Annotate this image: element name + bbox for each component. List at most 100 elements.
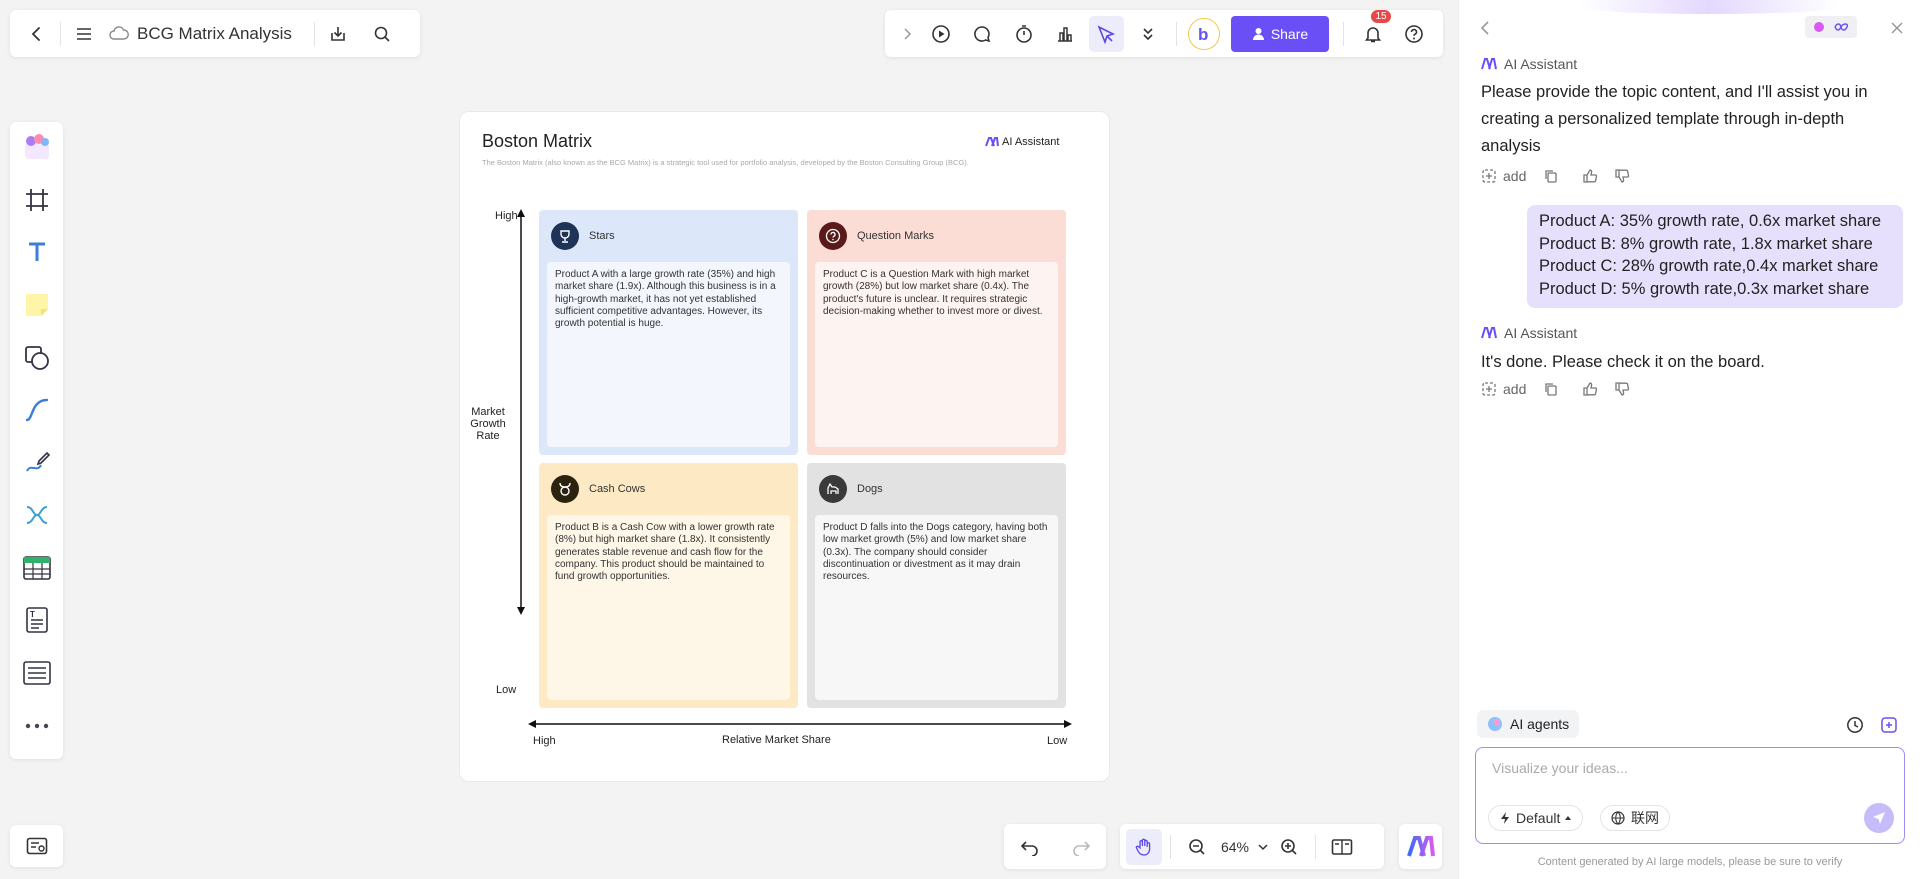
quadrant-title: Question Marks xyxy=(857,230,935,242)
divider xyxy=(1315,834,1316,859)
add-label[interactable]: add xyxy=(1503,381,1526,397)
top-left-toolbar: BCG Matrix Analysis xyxy=(10,10,420,57)
templates-icon[interactable] xyxy=(17,128,57,167)
quadrant-dogs[interactable]: Dogs Product D falls into the Dogs categ… xyxy=(807,463,1066,708)
quadrant-text[interactable]: Product A with a large growth rate (35%)… xyxy=(547,262,790,447)
chevron-right-icon[interactable] xyxy=(896,16,918,52)
redo-icon[interactable] xyxy=(1071,838,1091,856)
add-to-board-icon[interactable] xyxy=(1481,168,1497,184)
dog-icon xyxy=(819,475,847,503)
ai-logo-icon xyxy=(1406,835,1435,858)
cow-icon xyxy=(551,475,579,503)
thumbs-down-icon[interactable] xyxy=(1614,381,1630,397)
document-icon[interactable]: T xyxy=(17,601,57,640)
history-icon[interactable] xyxy=(1843,713,1867,737)
y-axis-low-label: Low xyxy=(496,684,517,696)
mode-selector[interactable]: Default xyxy=(1488,805,1584,831)
book-view-icon[interactable] xyxy=(1324,829,1360,865)
back-arrow-icon[interactable] xyxy=(22,19,52,49)
play-icon[interactable] xyxy=(924,16,959,52)
agents-icon xyxy=(1488,717,1502,731)
divider xyxy=(60,21,61,46)
more-tools-icon[interactable] xyxy=(17,706,57,745)
board-description: The Boston Matrix (also known as the BCG… xyxy=(482,158,969,167)
frame-icon[interactable] xyxy=(17,181,57,220)
shapes-icon[interactable] xyxy=(17,338,57,377)
quadrant-header: Dogs xyxy=(819,475,883,503)
boston-matrix-board[interactable]: Boston Matrix The Boston Matrix (also kn… xyxy=(459,111,1110,782)
assistant-message: Please provide the topic content, and I'… xyxy=(1481,83,1868,155)
menu-icon[interactable] xyxy=(69,19,99,49)
web-search-toggle[interactable]: 联网 xyxy=(1600,805,1670,831)
copy-icon[interactable] xyxy=(1544,382,1558,396)
add-label[interactable]: add xyxy=(1503,168,1526,184)
share-button[interactable]: Share xyxy=(1230,15,1330,52)
quadrant-cash-cows[interactable]: Cash Cows Product B is a Cash Cow with a… xyxy=(539,463,798,708)
list-icon[interactable] xyxy=(17,654,57,693)
zoom-in-icon[interactable] xyxy=(1271,829,1307,865)
document-title[interactable]: BCG Matrix Analysis xyxy=(137,24,292,44)
help-icon[interactable] xyxy=(1397,16,1432,52)
ai-logo-icon xyxy=(1481,327,1497,339)
undo-icon[interactable] xyxy=(1020,838,1040,856)
web-label: 联网 xyxy=(1631,810,1659,826)
thumbs-up-icon[interactable] xyxy=(1582,168,1598,184)
minimap-icon xyxy=(26,837,48,855)
search-icon[interactable] xyxy=(367,19,397,49)
close-icon[interactable] xyxy=(1885,16,1909,40)
sticky-note-icon[interactable] xyxy=(17,286,57,325)
divider xyxy=(1343,21,1345,46)
x-axis-title: Relative Market Share xyxy=(722,734,831,746)
avatar[interactable]: b xyxy=(1188,17,1220,50)
divider xyxy=(1170,834,1171,859)
zoom-level[interactable]: 64% xyxy=(1215,839,1255,855)
add-to-board-icon[interactable] xyxy=(1481,381,1497,397)
quadrant-header: Stars xyxy=(551,222,615,250)
more-chevrons-icon[interactable] xyxy=(1130,16,1165,52)
copy-icon[interactable] xyxy=(1544,169,1558,183)
download-icon[interactable] xyxy=(323,19,353,49)
message-author-name: AI Assistant xyxy=(1504,325,1578,341)
trophy-icon xyxy=(551,222,579,250)
user-message-line: Product A: 35% growth rate, 0.6x market … xyxy=(1539,212,1882,230)
laser-pointer-icon[interactable] xyxy=(1088,15,1124,52)
send-button[interactable] xyxy=(1864,803,1894,833)
mindmap-icon[interactable] xyxy=(17,496,57,535)
text-icon[interactable] xyxy=(17,233,57,272)
prompt-input[interactable] xyxy=(1492,760,1872,776)
message-author: AI Assistant xyxy=(1481,325,1577,341)
quadrant-text[interactable]: Product C is a Question Mark with high m… xyxy=(815,262,1058,447)
ai-agents-button[interactable]: AI agents xyxy=(1477,710,1580,738)
table-icon[interactable] xyxy=(17,549,57,588)
ai-logo-icon xyxy=(985,137,999,147)
minimap-toggle[interactable] xyxy=(10,825,63,867)
new-chat-icon[interactable] xyxy=(1877,713,1901,737)
ai-disclaimer: Content generated by AI large models, pl… xyxy=(1537,856,1843,868)
ai-mode-toggle-icon[interactable] xyxy=(1805,16,1857,38)
board-ai-label: AI Assistant xyxy=(1002,136,1060,148)
quadrant-header: Question Marks xyxy=(819,222,934,250)
board-title: Boston Matrix xyxy=(482,131,593,151)
quadrant-stars[interactable]: Stars Product A with a large growth rate… xyxy=(539,210,798,455)
timer-icon[interactable] xyxy=(1006,16,1041,52)
quadrant-question-marks[interactable]: Question Marks Product C is a Question M… xyxy=(807,210,1066,455)
divider xyxy=(1176,21,1178,46)
y-axis-arrow xyxy=(517,209,525,615)
zoom-dropdown-icon[interactable] xyxy=(1255,829,1271,865)
notification-bell-icon[interactable]: 15 xyxy=(1355,9,1391,52)
ai-assistant-button[interactable] xyxy=(1399,824,1442,869)
quadrant-text[interactable]: Product B is a Cash Cow with a lower gro… xyxy=(547,515,790,700)
collapse-panel-icon[interactable] xyxy=(1473,16,1497,40)
undo-redo-bar xyxy=(1004,824,1106,869)
vote-icon[interactable] xyxy=(1047,16,1082,52)
quadrant-text[interactable]: Product D falls into the Dogs category, … xyxy=(815,515,1058,700)
mode-label: Default xyxy=(1516,810,1561,826)
thumbs-down-icon[interactable] xyxy=(1614,168,1630,184)
globe-icon xyxy=(1611,811,1625,825)
connector-icon[interactable] xyxy=(17,391,57,430)
zoom-out-icon[interactable] xyxy=(1179,829,1215,865)
thumbs-up-icon[interactable] xyxy=(1582,381,1598,397)
hand-tool-icon[interactable] xyxy=(1126,828,1162,865)
comment-icon[interactable] xyxy=(965,16,1000,52)
pen-icon[interactable] xyxy=(17,443,57,482)
